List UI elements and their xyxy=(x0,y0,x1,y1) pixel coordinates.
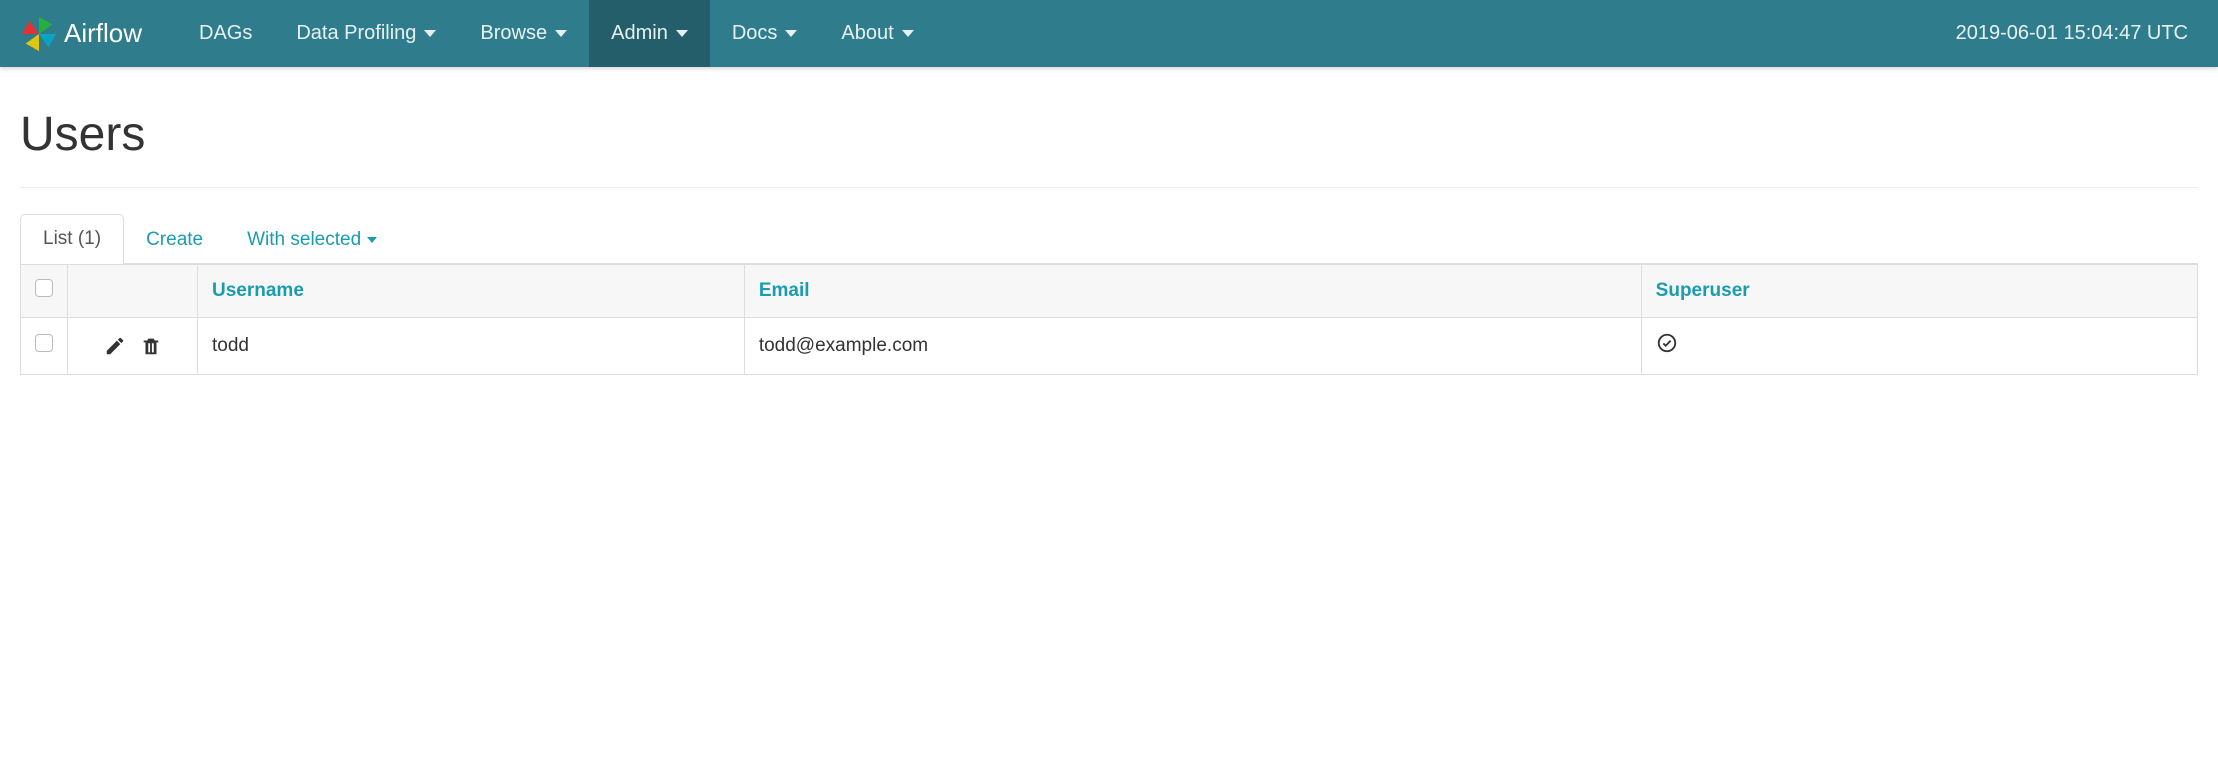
column-label: Email xyxy=(759,280,810,301)
nav-label: Data Profiling xyxy=(296,22,416,45)
nav-label: Docs xyxy=(732,22,778,45)
brand-link[interactable]: Airflow xyxy=(20,0,157,67)
users-table: Username Email Superuser xyxy=(20,264,2198,375)
table-header-row: Username Email Superuser xyxy=(21,265,2198,318)
row-checkbox-cell xyxy=(21,318,68,375)
username-text: todd xyxy=(212,335,249,356)
page-title: Users xyxy=(20,107,2198,162)
chevron-down-icon xyxy=(424,30,436,37)
chevron-down-icon xyxy=(785,30,797,37)
header-username[interactable]: Username xyxy=(198,265,745,318)
navbar: Airflow DAGs Data Profiling Browse Admin… xyxy=(0,0,2218,67)
nav-label: Admin xyxy=(611,22,668,45)
tab-label: List (1) xyxy=(43,228,101,250)
nav-browse[interactable]: Browse xyxy=(458,0,589,67)
row-select-checkbox[interactable] xyxy=(35,334,53,352)
clock-text: 2019-06-01 15:04:47 UTC xyxy=(1956,22,2188,45)
header-superuser[interactable]: Superuser xyxy=(1641,265,2197,318)
edit-button[interactable] xyxy=(104,335,126,357)
nav-label: DAGs xyxy=(199,22,252,45)
header-actions-cell xyxy=(68,265,198,318)
cell-username: todd xyxy=(198,318,745,375)
trash-icon xyxy=(140,335,162,357)
nav-admin[interactable]: Admin xyxy=(589,0,710,67)
select-all-checkbox[interactable] xyxy=(35,279,53,297)
chevron-down-icon xyxy=(902,30,914,37)
tab-label: Create xyxy=(146,229,203,251)
cell-email: todd@example.com xyxy=(744,318,1641,375)
chevron-down-icon xyxy=(555,30,567,37)
email-text: todd@example.com xyxy=(759,335,928,356)
header-checkbox-cell xyxy=(21,265,68,318)
nav-label: Browse xyxy=(480,22,547,45)
column-label: Username xyxy=(212,280,304,301)
nav-items: DAGs Data Profiling Browse Admin Docs Ab… xyxy=(177,0,936,67)
tab-with-selected[interactable]: With selected xyxy=(225,216,399,264)
chevron-down-icon xyxy=(367,237,377,243)
nav-clock: 2019-06-01 15:04:47 UTC xyxy=(1956,0,2198,67)
nav-docs[interactable]: Docs xyxy=(710,0,820,67)
airflow-logo-icon xyxy=(20,15,58,53)
nav-about[interactable]: About xyxy=(819,0,935,67)
table-row: todd todd@example.com xyxy=(21,318,2198,375)
chevron-down-icon xyxy=(676,30,688,37)
delete-button[interactable] xyxy=(140,335,162,357)
column-label: Superuser xyxy=(1656,280,1750,301)
main-container: Users List (1) Create With selected User… xyxy=(0,67,2218,405)
tab-label: With selected xyxy=(247,229,361,251)
tabs: List (1) Create With selected xyxy=(20,213,2198,264)
header-email[interactable]: Email xyxy=(744,265,1641,318)
divider xyxy=(20,187,2198,188)
brand-text: Airflow xyxy=(64,18,142,49)
nav-label: About xyxy=(841,22,893,45)
nav-dags[interactable]: DAGs xyxy=(177,0,274,67)
cell-superuser xyxy=(1641,318,2197,375)
pencil-icon xyxy=(104,335,126,357)
row-actions-cell xyxy=(68,318,198,375)
tab-list[interactable]: List (1) xyxy=(20,214,124,264)
nav-data-profiling[interactable]: Data Profiling xyxy=(274,0,458,67)
tab-create[interactable]: Create xyxy=(124,216,225,264)
check-circle-icon xyxy=(1656,338,1678,359)
